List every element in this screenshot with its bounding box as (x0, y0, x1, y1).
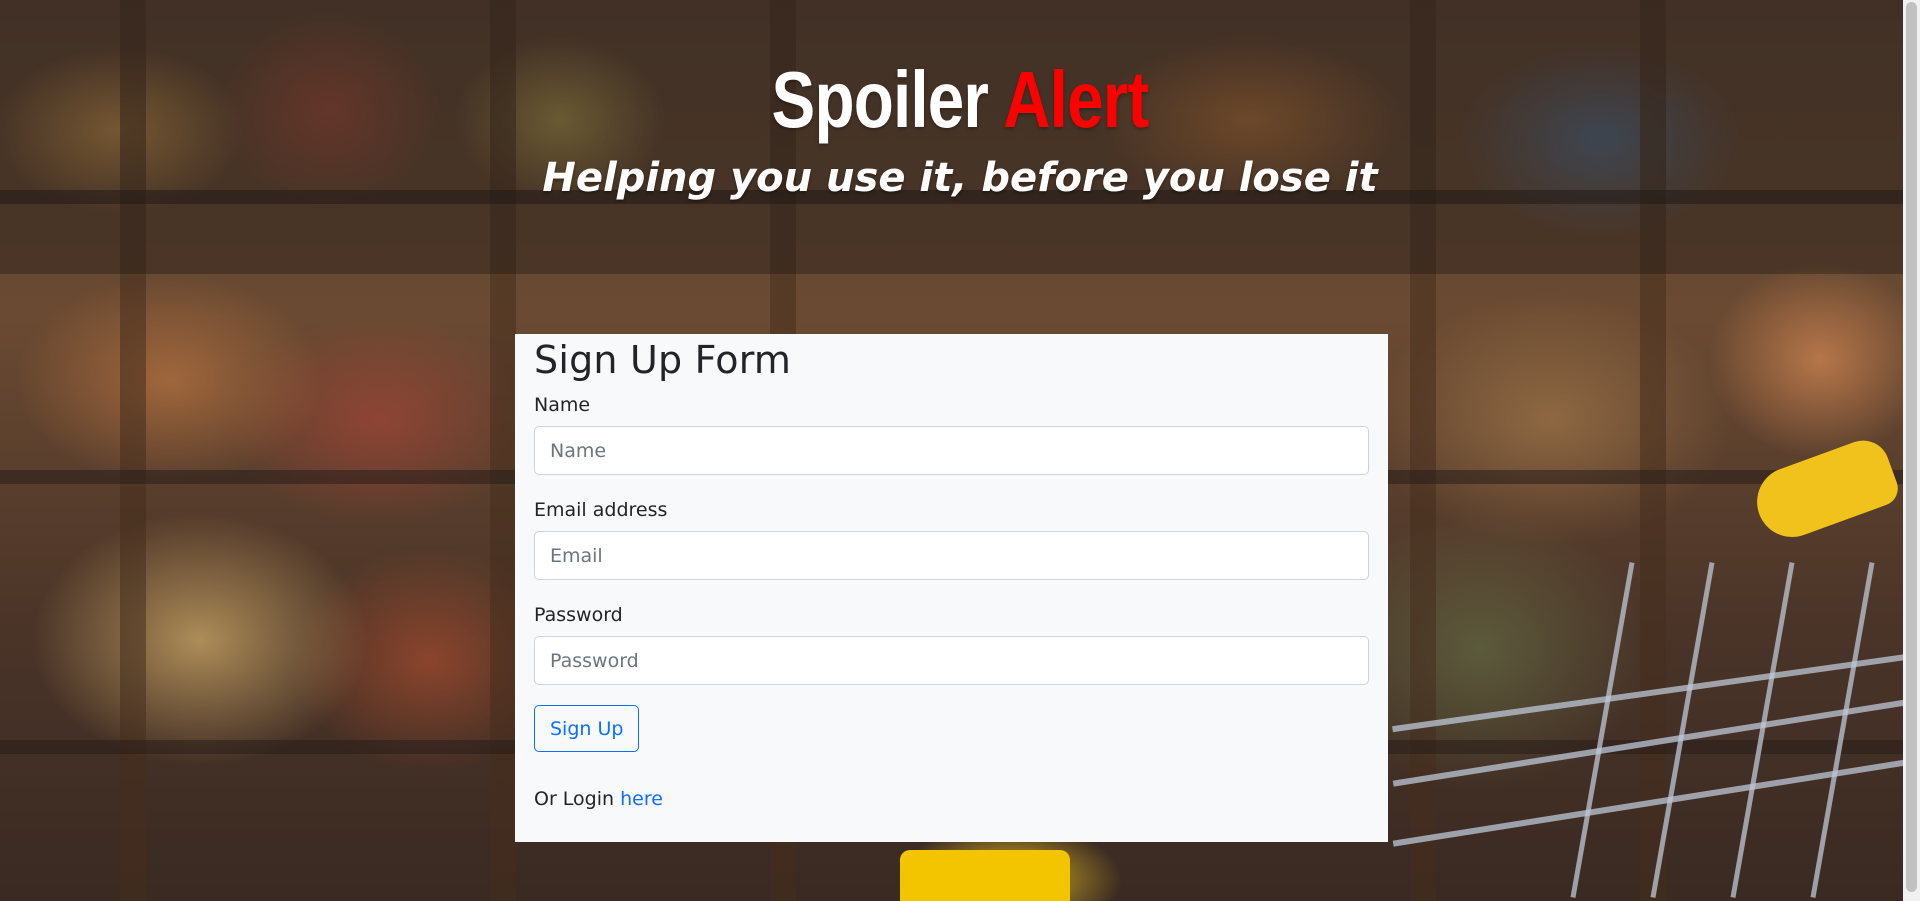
signup-card: Sign Up Form Name Email address Password… (515, 334, 1388, 842)
name-input[interactable] (534, 426, 1369, 475)
scrollbar-thumb[interactable] (1906, 2, 1917, 892)
cart-bumper (900, 850, 1070, 901)
email-label: Email address (534, 499, 668, 521)
cart-wire (1810, 562, 1875, 898)
password-field-group: Password (534, 602, 1369, 685)
name-field-group: Name (534, 392, 1369, 475)
site-header: Spoiler Alert Helping you use it, before… (0, 0, 1920, 274)
login-prefix: Or Login (534, 788, 615, 810)
login-prompt: Or Login here (534, 786, 1369, 812)
cart-handle (1747, 433, 1903, 547)
page: Spoiler Alert Helping you use it, before… (0, 0, 1920, 901)
brand-accent: Alert (1003, 55, 1149, 144)
email-input[interactable] (534, 531, 1369, 580)
password-label: Password (534, 604, 623, 626)
sign-up-button[interactable]: Sign Up (534, 705, 640, 752)
email-field-group: Email address (534, 497, 1369, 580)
tagline: Helping you use it, before you lose it (542, 155, 1378, 201)
brand-main: Spoiler (771, 55, 989, 144)
name-label: Name (534, 394, 591, 416)
form-title: Sign Up Form (534, 338, 792, 382)
login-link[interactable]: here (620, 788, 663, 810)
page-scrollbar[interactable] (1903, 0, 1920, 901)
brand-title: Spoiler Alert (173, 50, 1747, 150)
cart-wire (1570, 562, 1635, 898)
password-input[interactable] (534, 636, 1369, 685)
